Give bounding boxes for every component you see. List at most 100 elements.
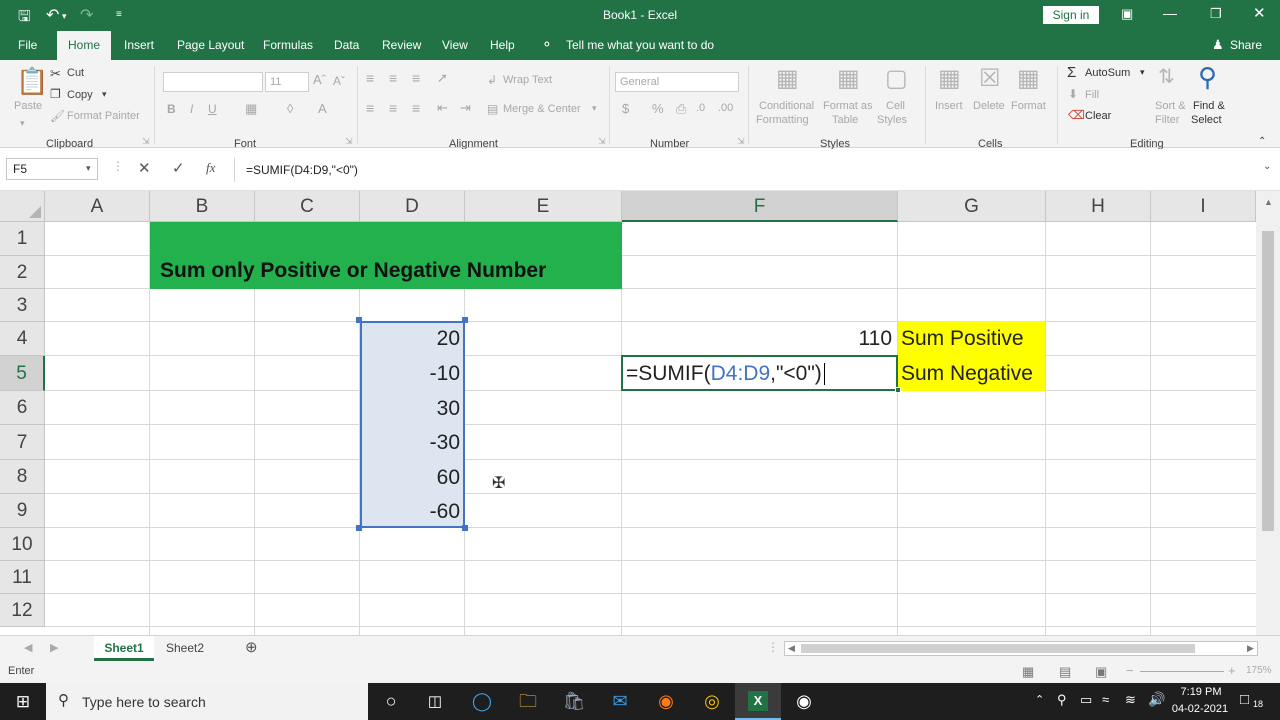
zoom-in-icon[interactable]: +: [1228, 663, 1236, 678]
row-header-10[interactable]: 10: [0, 528, 45, 561]
copy-button[interactable]: Copy: [67, 89, 93, 101]
fill-handle[interactable]: [895, 387, 901, 393]
normal-view-icon[interactable]: ▦: [1022, 664, 1034, 680]
task-view-icon[interactable]: ◫: [412, 683, 458, 720]
collapse-ribbon-icon[interactable]: ⌃: [1258, 136, 1266, 147]
font-name-dropdown[interactable]: [163, 72, 263, 92]
number-format-dropdown[interactable]: General: [615, 72, 739, 92]
previous-sheet-icon[interactable]: ◀: [24, 641, 32, 654]
taskbar-date[interactable]: 04-02-2021: [1170, 703, 1230, 715]
tab-help[interactable]: Help: [490, 38, 515, 52]
range-handle[interactable]: [356, 525, 362, 531]
cell-styles-button[interactable]: Cell: [886, 100, 905, 112]
borders-icon[interactable]: ▦: [245, 101, 257, 117]
column-header-g[interactable]: G: [898, 191, 1046, 222]
alignment-launcher-icon[interactable]: ⇲: [598, 136, 606, 147]
cell-d8[interactable]: 60: [360, 466, 460, 490]
scroll-left-icon[interactable]: ◀: [788, 643, 795, 654]
cell-d4[interactable]: 20: [360, 327, 460, 351]
worksheet-grid[interactable]: A B C D E F G H I 1 2 3 4 5 6 7 8 9 10 1…: [0, 191, 1280, 635]
cortana-icon[interactable]: ○: [368, 683, 414, 720]
row-header-6[interactable]: 6: [0, 391, 45, 425]
insert-cells-button[interactable]: Insert: [935, 100, 963, 112]
decrease-font-icon[interactable]: Aˇ: [333, 74, 345, 88]
increase-indent-icon[interactable]: ⇥: [460, 100, 471, 116]
confirm-entry-icon[interactable]: ✓: [172, 159, 185, 177]
format-painter-button[interactable]: Format Painter: [67, 110, 140, 122]
row-header-9[interactable]: 9: [0, 494, 45, 528]
tab-view[interactable]: View: [442, 38, 468, 52]
tab-insert[interactable]: Insert: [124, 38, 154, 52]
row-header-11[interactable]: 11: [0, 561, 45, 594]
range-handle[interactable]: [462, 525, 468, 531]
tab-review[interactable]: Review: [382, 38, 421, 52]
column-header-d[interactable]: D: [360, 191, 465, 222]
tab-home[interactable]: Home: [57, 31, 112, 60]
add-sheet-icon[interactable]: ⊕: [245, 638, 258, 656]
row-header-7[interactable]: 7: [0, 425, 45, 460]
wifi-icon[interactable]: ≋: [1125, 692, 1136, 708]
column-header-a[interactable]: A: [45, 191, 150, 222]
comma-style-icon[interactable]: ⎙: [676, 101, 686, 117]
bold-icon[interactable]: B: [167, 102, 176, 116]
top-align-icon[interactable]: ≡: [366, 70, 374, 86]
autosum-button[interactable]: AutoSum: [1085, 67, 1130, 79]
row-header-5[interactable]: 5: [0, 356, 45, 391]
cell-g5[interactable]: Sum Negative: [901, 362, 1033, 386]
decrease-indent-icon[interactable]: ⇤: [437, 100, 448, 116]
store-icon[interactable]: 🛍: [551, 683, 597, 720]
delete-cells-button[interactable]: Delete: [973, 100, 1005, 112]
wrap-text-button[interactable]: Wrap Text: [503, 74, 552, 86]
copy-dropdown-icon[interactable]: ▾: [102, 89, 107, 100]
tab-formulas[interactable]: Formulas: [263, 38, 313, 52]
name-box-dropdown-icon[interactable]: ▾: [86, 163, 91, 174]
tab-page-layout[interactable]: Page Layout: [177, 38, 244, 52]
page-break-view-icon[interactable]: ▣: [1095, 664, 1107, 680]
sheet-tab-sheet2[interactable]: Sheet2: [156, 636, 214, 661]
vertical-scroll-thumb[interactable]: [1262, 231, 1274, 531]
increase-font-icon[interactable]: Aˆ: [313, 72, 326, 87]
customize-toolbar-icon[interactable]: ≡: [116, 9, 122, 20]
name-box[interactable]: F5: [6, 158, 98, 180]
zoom-out-icon[interactable]: −: [1126, 663, 1134, 678]
insert-function-icon[interactable]: fx: [206, 160, 215, 176]
align-center-icon[interactable]: ≡: [389, 100, 397, 116]
format-cells-button[interactable]: Format: [1011, 100, 1046, 112]
scroll-right-icon[interactable]: ▶: [1247, 643, 1254, 654]
conditional-formatting-button[interactable]: Conditional: [759, 100, 814, 112]
ribbon-display-options-icon[interactable]: ▣: [1121, 6, 1133, 22]
show-hidden-icons-icon[interactable]: ⌃: [1035, 693, 1044, 706]
undo-icon[interactable]: ↶: [46, 5, 59, 25]
fill-button[interactable]: Fill: [1085, 89, 1099, 101]
cell-f4[interactable]: 110: [622, 327, 892, 351]
edge-icon[interactable]: ◯: [459, 683, 505, 720]
sheet-tab-sheet1[interactable]: Sheet1: [94, 636, 154, 661]
align-left-icon[interactable]: ≡: [366, 100, 374, 116]
firefox-icon[interactable]: ◉: [643, 683, 689, 720]
font-size-dropdown[interactable]: 11: [265, 72, 309, 92]
volume-icon[interactable]: 🔊: [1148, 691, 1165, 708]
fill-color-icon[interactable]: ◊: [287, 101, 293, 116]
location-icon[interactable]: ⚲: [1057, 692, 1067, 708]
decrease-decimal-icon[interactable]: .00: [718, 102, 733, 114]
row-header-12[interactable]: 12: [0, 594, 45, 627]
excel-taskbar-button[interactable]: X: [735, 683, 781, 720]
cell-d6[interactable]: 30: [360, 397, 460, 421]
row-header-4[interactable]: 4: [0, 322, 45, 356]
undo-dropdown-icon[interactable]: ▾: [62, 11, 67, 22]
zoom-slider[interactable]: [1140, 671, 1224, 672]
range-handle[interactable]: [462, 317, 468, 323]
bottom-align-icon[interactable]: ≡: [412, 70, 420, 86]
font-color-icon[interactable]: A: [318, 101, 327, 116]
share-button[interactable]: Share: [1230, 38, 1262, 52]
formula-bar-handle-icon[interactable]: ⋮: [112, 159, 124, 173]
currency-icon[interactable]: $: [622, 101, 629, 116]
network-icon[interactable]: ≈: [1102, 692, 1109, 707]
tab-split-handle-icon[interactable]: ⋮: [767, 640, 779, 654]
selected-range-d4-d9[interactable]: [360, 321, 465, 528]
column-header-b[interactable]: B: [150, 191, 255, 222]
sort-filter-button[interactable]: Sort &: [1155, 100, 1186, 112]
restore-icon[interactable]: ❐: [1210, 6, 1222, 22]
merge-dropdown-icon[interactable]: ▾: [592, 103, 597, 114]
clipboard-launcher-icon[interactable]: ⇲: [142, 136, 150, 147]
